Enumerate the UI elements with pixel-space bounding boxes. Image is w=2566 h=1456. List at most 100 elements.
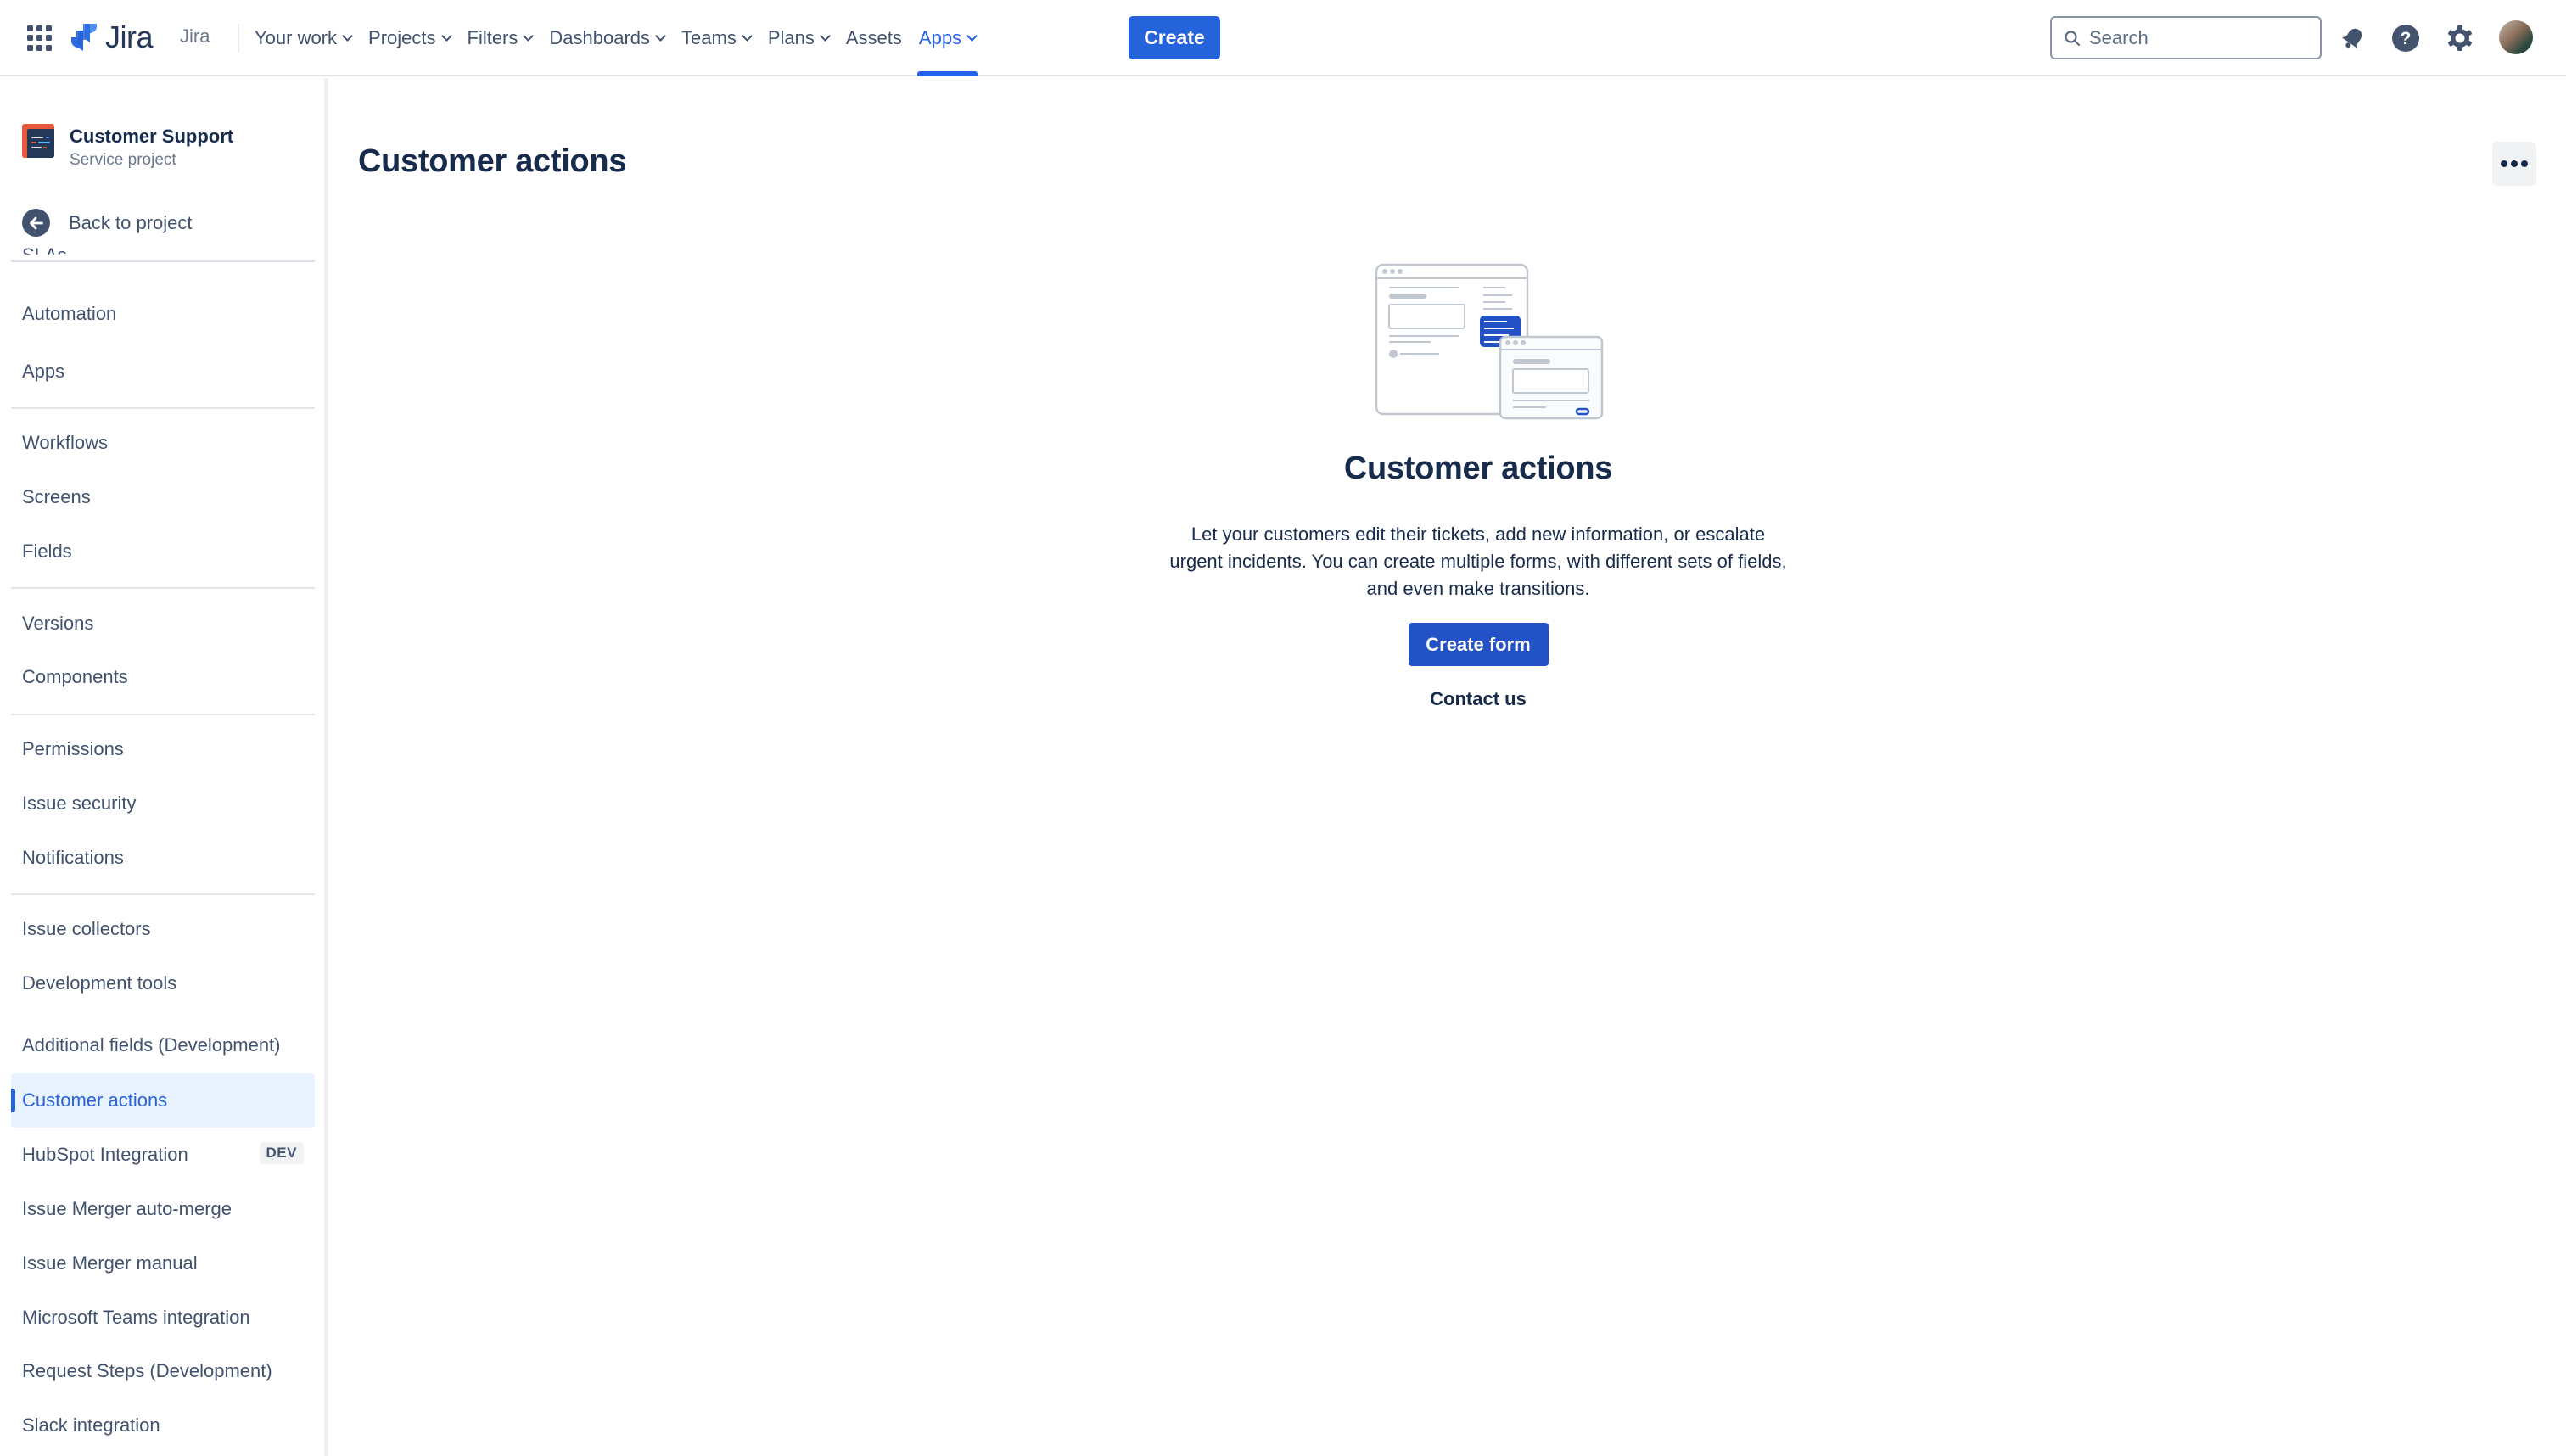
main-content: Customer actions Customer actions Let yo… [328, 78, 2566, 1456]
product-label[interactable]: Jira [180, 25, 210, 48]
nav-teams[interactable]: Teams [673, 0, 759, 76]
sidebar-item-label: Issue Merger auto-merge [22, 1198, 232, 1219]
chevron-down-icon [741, 30, 753, 42]
sidebar-item-issue-security[interactable]: Issue security [11, 776, 315, 831]
nav-your-work[interactable]: Your work [246, 0, 360, 76]
sidebar-item-label: Screens [22, 486, 91, 507]
sidebar-divider [11, 714, 315, 715]
jira-logo-icon [71, 24, 97, 51]
sidebar-item-screens[interactable]: Screens [11, 470, 315, 524]
sidebar-item-versions[interactable]: Versions [11, 596, 315, 651]
back-to-project-label: Back to project [69, 211, 193, 233]
sidebar-item-automation[interactable]: Automation [11, 287, 315, 341]
search-icon [2065, 30, 2081, 46]
sidebar-item-slack-integration[interactable]: Slack integration [11, 1398, 315, 1453]
back-to-project-link[interactable]: Back to project [22, 209, 193, 237]
sidebar-item-label: Request Steps (Development) [22, 1360, 272, 1381]
help-button[interactable]: ? [2388, 20, 2423, 56]
chevron-down-icon [655, 30, 666, 42]
sidebar-item-components[interactable]: Components [11, 650, 315, 704]
more-actions-button[interactable] [2492, 142, 2536, 186]
settings-button[interactable] [2442, 20, 2478, 56]
chevron-down-icon [966, 30, 978, 42]
sidebar-divider [11, 407, 315, 409]
dev-badge: DEV [259, 1142, 304, 1164]
create-button[interactable]: Create [1129, 16, 1220, 59]
sidebar-scroll-divider [11, 260, 315, 262]
app-switcher-icon[interactable] [27, 25, 53, 51]
nav-filters[interactable]: Filters [459, 0, 541, 76]
jira-logo[interactable]: Jira [70, 20, 154, 54]
sidebar-item-request-steps[interactable]: Request Steps (Development) [11, 1344, 315, 1398]
nav-projects-label: Projects [368, 27, 436, 48]
sidebar-item-notifications[interactable]: Notifications [11, 831, 315, 885]
notifications-icon [2341, 28, 2362, 49]
nav-dashboards[interactable]: Dashboards [541, 0, 673, 76]
sidebar-item-customer-actions[interactable]: Customer actions [11, 1073, 315, 1128]
settings-icon [2448, 25, 2472, 51]
sidebar-item-label: Automation [22, 303, 117, 324]
nav-divider [238, 24, 239, 53]
nav-plans[interactable]: Plans [759, 0, 838, 76]
sidebar-item-issue-collectors[interactable]: Issue collectors [11, 902, 315, 956]
empty-state: Customer actions Let your customers edit… [1169, 248, 1787, 710]
project-avatar-icon [22, 124, 54, 158]
sidebar-item-hubspot-integration[interactable]: HubSpot Integration DEV [11, 1128, 315, 1182]
sidebar-item-permissions[interactable]: Permissions [11, 722, 315, 776]
chevron-down-icon [440, 30, 452, 42]
project-name: Customer Support [70, 126, 234, 147]
sidebar-item-slas-partial[interactable]: SLAs [22, 244, 67, 255]
chevron-down-icon [523, 30, 535, 42]
project-header[interactable]: Customer Support Service project [22, 124, 233, 171]
sidebar-item-issue-merger-auto-merge[interactable]: Issue Merger auto-merge [11, 1182, 315, 1236]
sidebar-item-label: Additional fields (Development) [22, 1034, 281, 1056]
empty-state-description: Let your customers edit their tickets, a… [1169, 524, 1787, 599]
sidebar-item-apps[interactable]: Apps [11, 344, 315, 399]
sidebar-item-label: Development tools [22, 972, 177, 994]
notifications-button[interactable] [2335, 20, 2371, 56]
chevron-down-icon [820, 30, 831, 42]
sidebar-item-microsoft-teams-integration[interactable]: Microsoft Teams integration [11, 1291, 315, 1345]
sidebar-item-label: Permissions [22, 738, 124, 759]
sidebar-item-fields[interactable]: Fields [11, 524, 315, 579]
sidebar-item-label: HubSpot Integration [22, 1144, 188, 1165]
sidebar-item-additional-fields[interactable]: Additional fields (Development) [11, 1018, 315, 1072]
nav-assets[interactable]: Assets [838, 0, 910, 76]
more-icon-dot [2511, 160, 2518, 167]
sidebar-divider [11, 893, 315, 895]
nav-plans-label: Plans [767, 27, 815, 48]
nav-apps[interactable]: Apps [910, 0, 984, 76]
svg-text:?: ? [2401, 29, 2412, 48]
more-icon-dot [2501, 160, 2507, 167]
nav-apps-label: Apps [918, 27, 962, 48]
nav-projects[interactable]: Projects [360, 0, 458, 76]
sidebar-item-workflows[interactable]: Workflows [11, 416, 315, 470]
project-settings-sidebar: Customer Support Service project Back to… [0, 78, 324, 1456]
chevron-down-icon [342, 30, 353, 42]
sidebar-item-development-tools[interactable]: Development tools [11, 956, 315, 1011]
sidebar-item-label: Notifications [22, 847, 124, 868]
contact-us-link[interactable]: Contact us [1188, 688, 1768, 710]
create-form-button[interactable]: Create form [1408, 623, 1549, 666]
sidebar-item-label: Issue collectors [22, 918, 151, 939]
sidebar-divider [11, 587, 315, 589]
nav-dashboards-label: Dashboards [549, 27, 651, 48]
sidebar-item-label: Customer actions [22, 1089, 168, 1111]
project-type: Service project [70, 151, 176, 169]
sidebar-item-label: Slack integration [22, 1414, 160, 1436]
user-avatar[interactable] [2499, 20, 2533, 54]
logo-text: Jira [105, 20, 154, 54]
help-icon: ? [2392, 25, 2419, 52]
forms-illustration-icon [1375, 263, 1604, 420]
sidebar-item-label: Issue Merger manual [22, 1252, 198, 1274]
sidebar-item-label: Issue security [22, 792, 137, 814]
search-field[interactable] [2050, 16, 2322, 59]
sidebar-item-label: Components [22, 666, 128, 687]
sidebar-item-issue-merger-manual[interactable]: Issue Merger manual [11, 1236, 315, 1291]
arrow-left-icon [22, 209, 50, 237]
more-icon-dot [2521, 160, 2528, 167]
nav-your-work-label: Your work [255, 27, 338, 48]
sidebar-item-label: Apps [22, 361, 65, 382]
search-input[interactable] [2089, 26, 2301, 49]
page-title: Customer actions [358, 143, 627, 179]
